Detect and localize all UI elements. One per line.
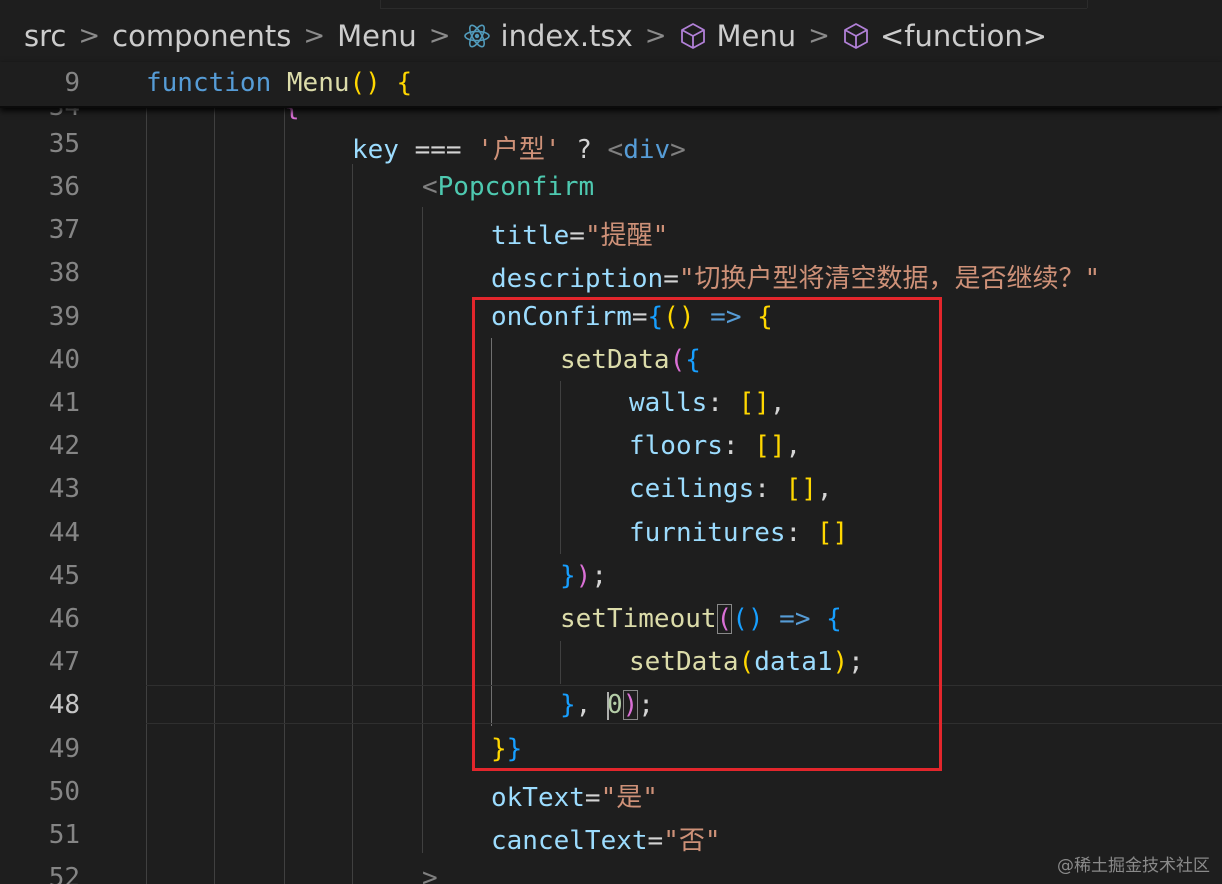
line-number: 40	[48, 345, 80, 375]
operator-token: ?	[560, 135, 608, 165]
line-number-active: 48	[48, 690, 80, 720]
line-number: 39	[48, 302, 80, 332]
indent-guide	[284, 106, 285, 884]
breadcrumb-label: components	[112, 19, 292, 53]
line-number: 36	[48, 172, 80, 202]
line-number: 42	[48, 431, 80, 461]
string-token: "切换户型将清空数据，是否继续？"	[678, 264, 1101, 294]
operator-token: ===	[398, 135, 478, 165]
line-number: 34	[48, 106, 80, 122]
paren-token: ()	[349, 68, 381, 98]
breadcrumb-label: Menu	[716, 19, 797, 53]
react-atom-icon	[463, 24, 490, 48]
line-number: 37	[48, 215, 80, 245]
line-number: 46	[48, 604, 80, 634]
tag-token: div	[623, 135, 671, 165]
line-number: 38	[48, 258, 80, 288]
code-line: {	[284, 106, 300, 122]
line-number: 45	[48, 561, 80, 591]
attribute-token: title	[491, 221, 570, 251]
code-line: title="提醒"	[491, 215, 668, 252]
breadcrumb-item-index-tsx[interactable]: index.tsx	[463, 19, 633, 53]
chevron-right-icon: >	[644, 21, 667, 51]
indent-guide	[146, 106, 147, 884]
breadcrumb-label: <function>	[879, 19, 1048, 53]
breadcrumb-item-menu-symbol[interactable]: Menu	[679, 19, 797, 53]
string-token: "是"	[600, 783, 658, 813]
line-number: 49	[48, 734, 80, 764]
tab-bar-edge	[0, 0, 1222, 10]
operator-token: =	[663, 264, 679, 294]
breadcrumb-label: index.tsx	[500, 19, 633, 53]
operator-token: =	[647, 826, 664, 856]
attribute-token: cancelText	[491, 826, 648, 856]
angle-token: >	[670, 135, 686, 165]
code-line: >	[422, 863, 438, 884]
tab-border-left	[380, 0, 381, 8]
keyword-token: function	[146, 68, 272, 98]
line-number: 9	[64, 68, 80, 98]
breadcrumb-item-menu-folder[interactable]: Menu	[337, 19, 417, 53]
angle-token: <	[607, 135, 624, 165]
line-number: 41	[48, 388, 80, 418]
breadcrumb-label: src	[24, 19, 67, 53]
attribute-token: description	[491, 264, 664, 294]
indent-guide	[422, 207, 423, 853]
code-line: okText="是"	[491, 777, 658, 814]
attribute-token: okText	[491, 783, 585, 813]
breadcrumb-item-components[interactable]: components	[112, 19, 291, 53]
line-number: 51	[48, 820, 80, 850]
component-token: Popconfirm	[437, 172, 595, 202]
breadcrumb-item-src[interactable]: src	[24, 19, 66, 53]
line-number: 35	[48, 129, 80, 159]
operator-token: =	[569, 221, 585, 251]
function-name-token: Menu	[286, 68, 350, 98]
symbol-cube-icon	[844, 23, 868, 49]
code-line: key === '户型' ? <div>	[352, 129, 686, 166]
breadcrumb-item-function-symbol[interactable]: <function>	[842, 19, 1047, 53]
angle-token: <	[422, 172, 438, 202]
brace-token: {	[284, 106, 300, 122]
variable-token: key	[352, 135, 399, 165]
sticky-scroll-header[interactable]: 9 function Menu() {	[0, 62, 1222, 108]
code-line: cancelText="否"	[491, 820, 721, 857]
indent-guide	[214, 106, 215, 884]
breadcrumb-label: Menu	[337, 19, 417, 53]
string-token: "否"	[663, 826, 721, 856]
chevron-right-icon: >	[78, 21, 101, 51]
chevron-right-icon: >	[808, 21, 830, 51]
line-number: 44	[48, 518, 80, 548]
chevron-right-icon: >	[303, 21, 326, 51]
angle-token: >	[422, 863, 438, 884]
tab-border-right	[1087, 0, 1088, 8]
watermark: @稀土掘金技术社区	[1057, 856, 1210, 876]
line-number: 52	[48, 863, 80, 884]
string-token: "提醒"	[584, 221, 669, 251]
operator-token: =	[584, 783, 601, 813]
line-number: 43	[48, 474, 80, 504]
line-number: 50	[48, 777, 80, 807]
line-number: 47	[48, 647, 80, 677]
code-line: <Popconfirm	[422, 172, 594, 202]
indent-guide	[352, 164, 353, 884]
string-token: '户型'	[477, 135, 561, 165]
code-line: function Menu() {	[146, 68, 412, 98]
code-line: description="切换户型将清空数据，是否继续？"	[491, 258, 1100, 295]
chevron-right-icon: >	[428, 21, 451, 51]
symbol-cube-icon	[680, 23, 705, 49]
breadcrumb: src > components > Menu > index.tsx > Me…	[0, 14, 1222, 58]
tab-border-bottom	[380, 8, 1087, 9]
brace-token: {	[396, 68, 413, 98]
red-highlight-box	[472, 297, 942, 771]
